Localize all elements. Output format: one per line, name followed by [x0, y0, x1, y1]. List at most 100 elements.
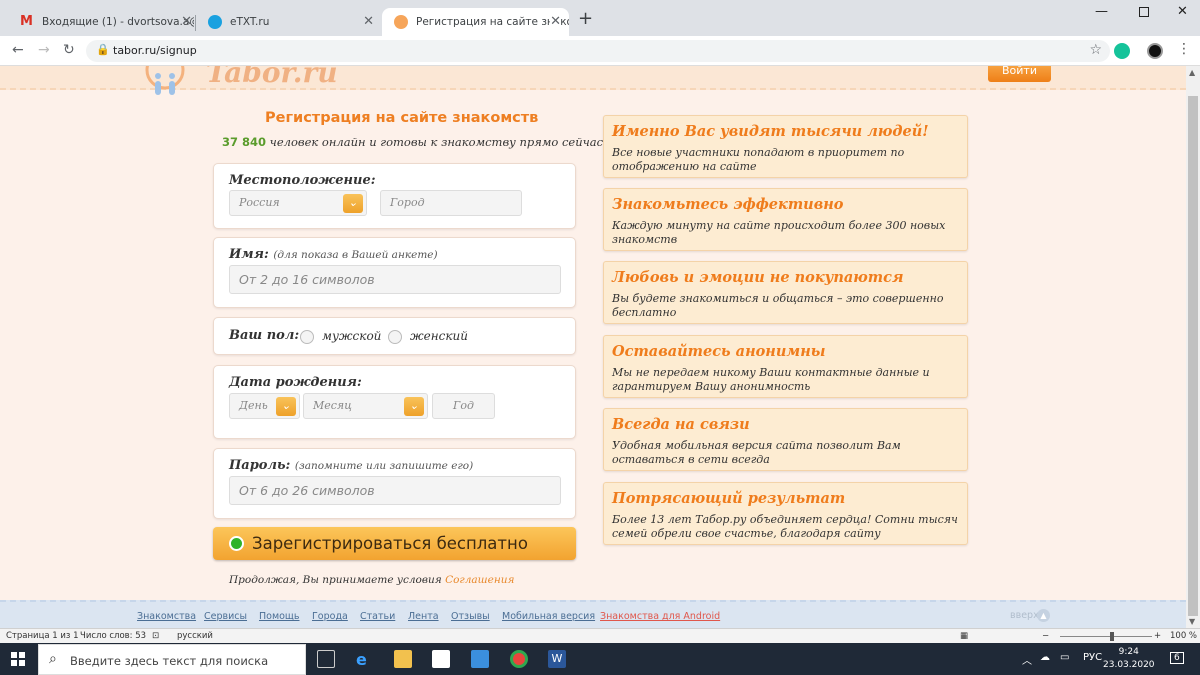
- arrow-up-icon[interactable]: ▲: [1037, 609, 1050, 622]
- zoom-out-icon[interactable]: −: [1042, 631, 1049, 641]
- password-placeholder: От 6 до 26 символов: [239, 483, 375, 498]
- minimize-icon[interactable]: —: [1095, 4, 1108, 19]
- footer-link[interactable]: Помощь: [259, 611, 299, 622]
- view-mode-icon[interactable]: ▦: [960, 631, 968, 641]
- year-field[interactable]: Год: [432, 393, 495, 419]
- zoom-in-icon[interactable]: +: [1154, 631, 1161, 641]
- task-view-icon[interactable]: [317, 650, 335, 668]
- month-select[interactable]: Месяц ⌄: [303, 393, 428, 419]
- windows-start-icon[interactable]: [11, 652, 25, 666]
- notification-badge[interactable]: 6: [1170, 652, 1184, 664]
- benefit-desc: Каждую минуту на сайте происходит более …: [612, 219, 946, 246]
- page-content: Tabor.ru Войти Регистрация на сайте знак…: [0, 66, 1186, 628]
- zoom-slider-thumb[interactable]: [1110, 632, 1114, 641]
- gender-male-label[interactable]: мужской: [322, 329, 381, 343]
- password-hint: (запомните или запишите его): [294, 460, 474, 472]
- word-icon[interactable]: W: [548, 650, 566, 668]
- address-bar[interactable]: 🔒 tabor.ru/signup ☆: [86, 40, 1110, 62]
- gender-card: Ваш пол: мужской женский: [213, 317, 576, 355]
- edge-icon[interactable]: e: [356, 650, 374, 669]
- tab-etxt[interactable]: eTXT.ru ✕: [196, 8, 382, 36]
- grammarly-icon[interactable]: [1114, 43, 1130, 59]
- reload-icon[interactable]: ↻: [63, 42, 75, 58]
- footer-link[interactable]: Знакомства: [137, 611, 196, 622]
- footer-link[interactable]: Статьи: [360, 611, 395, 622]
- tray-chevron-up-icon[interactable]: ︿: [1022, 652, 1032, 667]
- city-field[interactable]: Город: [380, 190, 522, 216]
- word-count: Число слов: 53: [80, 631, 147, 641]
- gender-female-radio[interactable]: [388, 330, 402, 344]
- zoom-slider[interactable]: [1060, 636, 1152, 637]
- benefit-title: Всегда на связи: [612, 416, 750, 433]
- footer-link[interactable]: Отзывы: [451, 611, 490, 622]
- close-icon[interactable]: ✕: [181, 8, 192, 36]
- menu-dots-icon[interactable]: ⋮: [1177, 41, 1193, 57]
- city-placeholder: Город: [390, 196, 425, 209]
- benefit-desc: Удобная мобильная версия сайта позволит …: [612, 439, 901, 466]
- month-value: Месяц: [313, 399, 352, 412]
- benefit-title: Любовь и эмоции не покупаются: [612, 269, 904, 286]
- password-field[interactable]: От 6 до 26 символов: [229, 476, 561, 505]
- name-card: Имя: (для показа в Вашей анкете) От 2 до…: [213, 237, 576, 308]
- profile-avatar[interactable]: [1147, 43, 1163, 59]
- gender-male-radio[interactable]: [300, 330, 314, 344]
- battery-icon[interactable]: ▭: [1060, 652, 1069, 663]
- back-icon[interactable]: ←: [12, 42, 24, 58]
- benefit-card: Любовь и эмоции не покупаются Вы будете …: [603, 261, 968, 324]
- language-indicator[interactable]: русский: [177, 631, 213, 641]
- scrollbar-thumb[interactable]: [1188, 96, 1198, 616]
- bookmark-star-icon[interactable]: ☆: [1089, 42, 1102, 58]
- word-status-bar: Страница 1 из 1 Число слов: 53 ⊡ русский…: [0, 628, 1200, 643]
- password-card: Пароль: (запомните или запишите его) От …: [213, 448, 576, 519]
- url-text: tabor.ru/signup: [113, 44, 197, 57]
- benefit-card: Потрясающий результат Более 13 лет Табор…: [603, 482, 968, 545]
- file-explorer-icon[interactable]: [394, 650, 412, 668]
- day-select[interactable]: День ⌄: [229, 393, 300, 419]
- gender-female-label[interactable]: женский: [410, 329, 468, 343]
- scroll-down-arrow-icon[interactable]: ▼: [1189, 617, 1195, 626]
- scroll-up-arrow-icon[interactable]: ▲: [1189, 68, 1195, 77]
- chevron-down-icon: ⌄: [343, 194, 363, 213]
- tab-gmail[interactable]: M Входящие (1) - dvortsova.a@lice ✕: [8, 8, 194, 36]
- name-placeholder: От 2 до 16 символов: [239, 272, 375, 287]
- close-icon[interactable]: ✕: [363, 8, 374, 36]
- language-tray[interactable]: РУС: [1083, 652, 1102, 663]
- cloud-icon[interactable]: ☁: [1040, 652, 1050, 663]
- tab-title: eTXT.ru: [230, 16, 270, 28]
- mail-icon[interactable]: [471, 650, 489, 668]
- footer-link[interactable]: Сервисы: [204, 611, 247, 622]
- window-close-icon[interactable]: ✕: [1177, 4, 1188, 19]
- benefit-card: Всегда на связи Удобная мобильная версия…: [603, 408, 968, 471]
- footer-link[interactable]: Мобильная версия: [502, 611, 595, 622]
- register-button[interactable]: Зарегистрироваться бесплатно: [213, 527, 576, 560]
- online-count: 37 840: [222, 135, 267, 149]
- scroll-up-label[interactable]: вверх: [1010, 610, 1039, 621]
- footer-link[interactable]: Города: [312, 611, 348, 622]
- taskbar-clock[interactable]: 9:24 23.03.2020: [1103, 646, 1155, 672]
- footer-link[interactable]: Лента: [408, 611, 439, 622]
- birthdate-label: Дата рождения:: [229, 375, 362, 390]
- online-counter: 37 840 человек онлайн и готовы к знакомс…: [222, 135, 608, 149]
- benefit-title: Именно Вас увидят тысячи людей!: [612, 123, 929, 140]
- name-field[interactable]: От 2 до 16 символов: [229, 265, 561, 294]
- name-hint: (для показа в Вашей анкете): [273, 249, 438, 261]
- site-logo[interactable]: Tabor.ru: [206, 66, 338, 89]
- tab-tabor[interactable]: Регистрация на сайте знакомст ✕: [382, 8, 569, 36]
- taskbar-search-box[interactable]: ⌕ Введите здесь текст для поиска: [38, 644, 306, 675]
- page-scrollbar[interactable]: ▲ ▼: [1186, 66, 1200, 628]
- zoom-level[interactable]: 100 %: [1170, 631, 1197, 641]
- browser-tab-strip: M Входящие (1) - dvortsova.a@lice ✕ eTXT…: [0, 0, 1200, 36]
- maximize-icon[interactable]: [1139, 7, 1149, 17]
- new-tab-icon[interactable]: +: [578, 8, 593, 29]
- chrome-icon[interactable]: [510, 650, 528, 668]
- country-select[interactable]: Россия ⌄: [229, 190, 367, 216]
- store-icon[interactable]: [432, 650, 450, 668]
- terms-link[interactable]: Соглашения: [445, 574, 514, 586]
- proofing-icon[interactable]: ⊡: [152, 631, 159, 641]
- forward-icon[interactable]: →: [38, 42, 50, 58]
- login-button[interactable]: Войти: [988, 66, 1051, 82]
- footer-link-android[interactable]: Знакомства для Android: [600, 611, 720, 622]
- location-label: Местоположение:: [229, 173, 376, 188]
- benefit-card: Знакомьтесь эффективно Каждую минуту на …: [603, 188, 968, 251]
- close-icon[interactable]: ✕: [550, 8, 561, 36]
